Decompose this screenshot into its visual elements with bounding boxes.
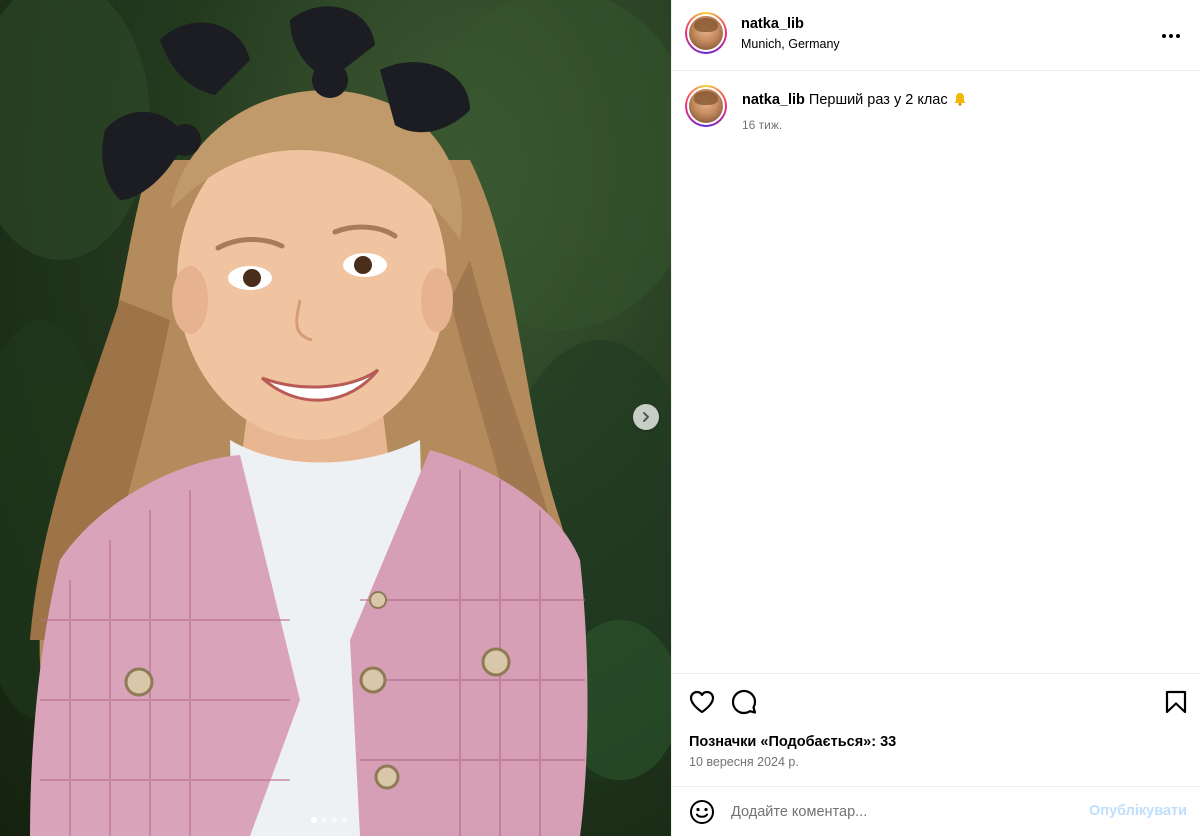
avatar[interactable]: [685, 85, 727, 127]
publish-button[interactable]: Опублікувати: [1089, 803, 1187, 819]
caption-text: natka_lib Перший раз у 2 клас: [742, 91, 967, 109]
more-horizontal-icon: [1162, 34, 1180, 38]
heart-icon: [689, 690, 715, 714]
caption-body: Перший раз у 2 клас: [808, 92, 948, 108]
bell-emoji-icon: [954, 93, 966, 106]
caption: natka_lib Перший раз у 2 клас: [672, 72, 1200, 152]
caption-timestamp[interactable]: 16 тиж.: [742, 118, 782, 132]
carousel-dot: [331, 817, 337, 823]
comment-bar: Опублікувати: [672, 786, 1200, 836]
post-location[interactable]: Munich, Germany: [741, 37, 840, 51]
carousel-dot: [321, 817, 327, 823]
carousel-dot: [341, 817, 347, 823]
post-actions: Позначки «Подобається»: 33 10 вересня 20…: [672, 673, 1200, 785]
carousel-dot: [311, 817, 317, 823]
caption-username[interactable]: natka_lib: [742, 92, 805, 108]
likes-count[interactable]: Позначки «Подобається»: 33: [689, 734, 896, 750]
comment-input[interactable]: [731, 801, 1081, 823]
post-header: natka_lib Munich, Germany: [672, 0, 1200, 71]
smiley-icon[interactable]: [689, 799, 715, 825]
more-options-button[interactable]: [1159, 24, 1183, 48]
comment-icon: [731, 689, 757, 715]
like-button[interactable]: [688, 688, 716, 716]
post-photo[interactable]: [0, 0, 671, 836]
post-side-panel: natka_lib Munich, Germany natka_lib Перш…: [671, 0, 1200, 836]
post-date[interactable]: 10 вересня 2024 р.: [689, 755, 799, 769]
carousel-indicator: [311, 817, 347, 823]
chevron-right-icon: [643, 412, 649, 422]
save-button[interactable]: [1162, 688, 1190, 716]
comment-button[interactable]: [730, 688, 758, 716]
post-username[interactable]: natka_lib: [741, 16, 804, 32]
bookmark-icon: [1165, 690, 1187, 714]
avatar[interactable]: [685, 12, 727, 54]
carousel-next-button[interactable]: [633, 404, 659, 430]
post-image: [0, 0, 671, 836]
